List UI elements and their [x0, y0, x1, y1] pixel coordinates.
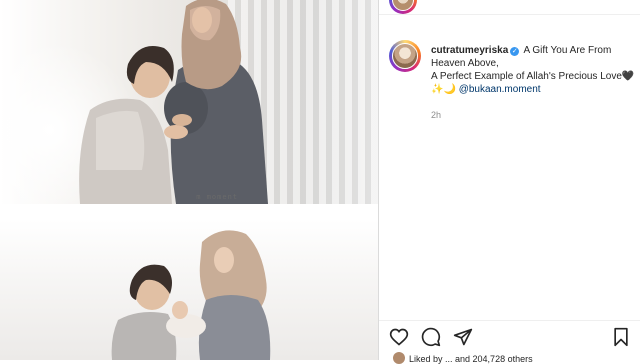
caption-avatar[interactable] — [389, 40, 421, 72]
photo-newborn — [0, 220, 378, 360]
header-avatar[interactable] — [389, 0, 417, 14]
post-media[interactable]: m moment — [0, 0, 378, 360]
caption-mention[interactable]: @bukaan.moment — [459, 84, 541, 95]
caption-username[interactable]: cutratumeyriska — [431, 45, 508, 56]
post-sidebar: cutratumeyriska ✓ A Gift You Are From Hea… — [378, 0, 640, 364]
liker-avatar — [393, 352, 405, 364]
caption-line-2: A Perfect Example of Allah's Precious Lo… — [431, 71, 622, 82]
bookmark-icon[interactable] — [611, 327, 631, 347]
post-timestamp[interactable]: 2h — [431, 110, 441, 120]
caption-text: cutratumeyriska ✓ A Gift You Are From Hea… — [431, 44, 636, 96]
heart-icon[interactable] — [389, 327, 409, 347]
post-header — [379, 0, 640, 15]
avatar-photo — [392, 43, 418, 69]
verified-badge-icon: ✓ — [510, 47, 520, 56]
action-bar — [379, 320, 640, 353]
likes-text: Liked by ... and 204,728 others — [409, 354, 533, 364]
paper-plane-icon[interactable] — [453, 327, 473, 347]
photo-maternity: m moment — [0, 0, 378, 204]
comment-icon[interactable] — [421, 327, 441, 347]
photo-watermark: m moment — [196, 193, 238, 201]
family-illustration — [111, 230, 271, 360]
couple-illustration — [79, 0, 268, 204]
likes-row[interactable]: Liked by ... and 204,728 others — [393, 352, 533, 364]
